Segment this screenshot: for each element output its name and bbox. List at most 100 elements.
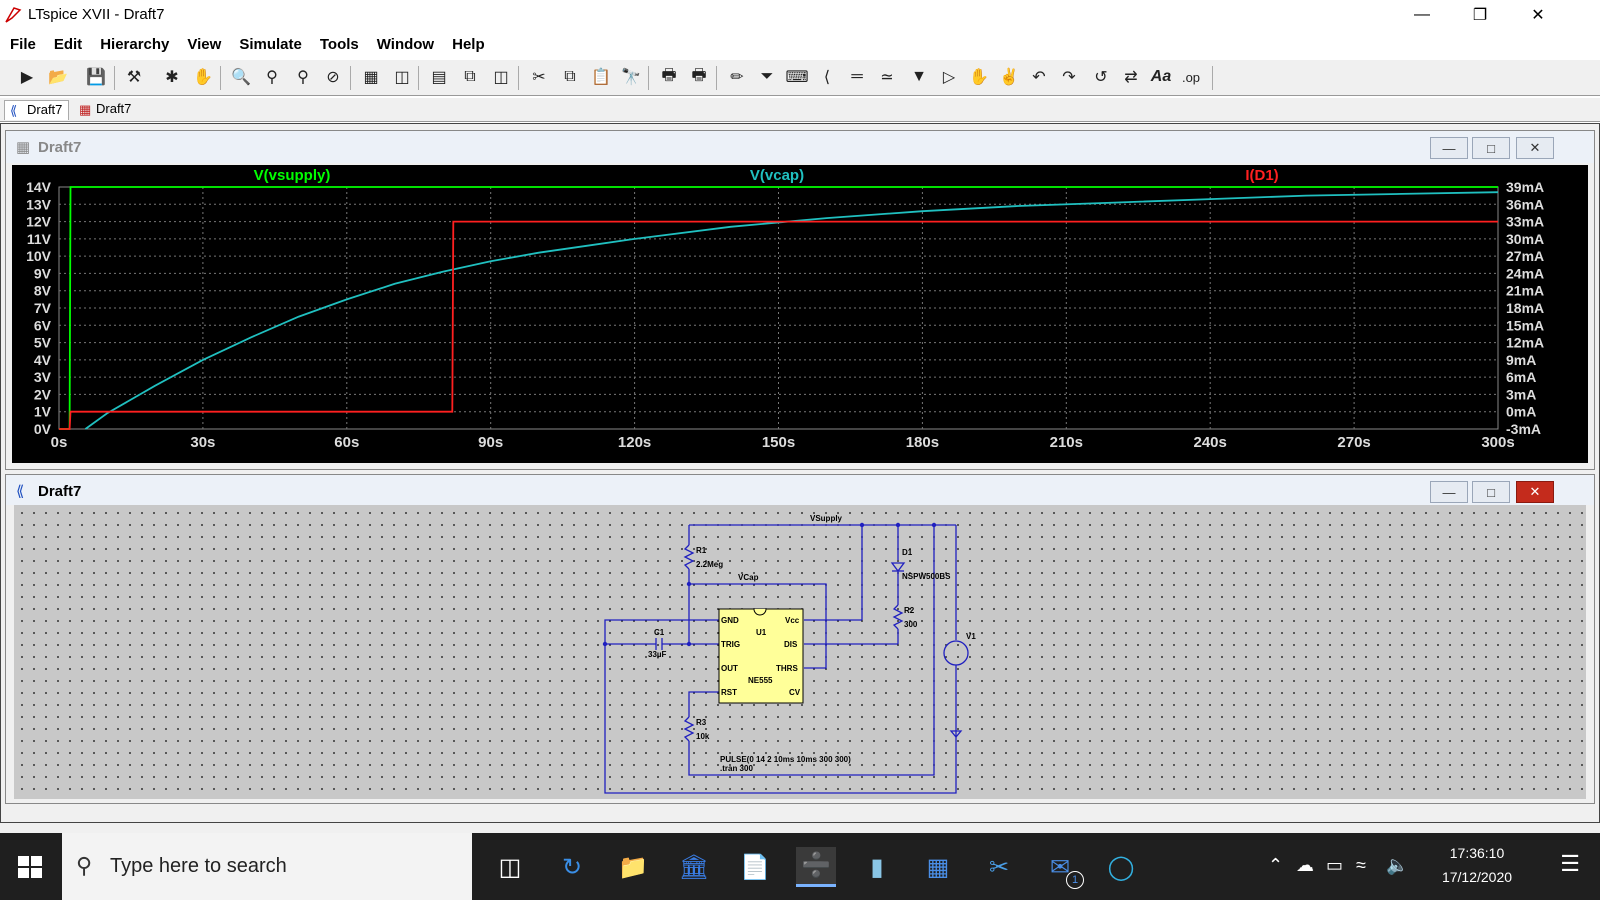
menu-file[interactable]: File bbox=[10, 36, 36, 53]
open-icon[interactable]: 📂 bbox=[45, 64, 71, 90]
waveform-chart[interactable]: 0s 30s 60s 90s 120s 150s 180s 210s 240s 270s 300s1… bbox=[12, 165, 1588, 463]
title-bar: LTspice XVII - Draft7 — ❐ ✕ bbox=[0, 0, 1600, 30]
schematic-maximize-button[interactable]: □ bbox=[1472, 481, 1510, 503]
pin-out: OUT bbox=[721, 664, 738, 673]
paste-icon[interactable]: 📋 bbox=[588, 64, 614, 90]
tile-horizontal-icon[interactable]: ▤ bbox=[426, 64, 452, 90]
system-clock[interactable]: 17:36:10 17/12/2020 bbox=[1432, 841, 1522, 889]
y-left-tick-label: 3V bbox=[34, 369, 52, 385]
show-hidden-icons-icon[interactable]: ⌃ bbox=[1268, 855, 1283, 876]
print-preview-icon[interactable]: 🖶 bbox=[686, 64, 712, 90]
windows-start-icon[interactable] bbox=[16, 853, 44, 881]
mail-icon[interactable]: ✉ 1 bbox=[1040, 847, 1084, 889]
spice-directive-icon[interactable]: .op bbox=[1178, 64, 1204, 90]
schematic-minimize-button[interactable]: — bbox=[1430, 481, 1468, 503]
redo-icon[interactable]: ↷ bbox=[1056, 64, 1082, 90]
net-vsupply: VSupply bbox=[810, 514, 843, 523]
app-icon[interactable]: ▮ bbox=[857, 847, 897, 887]
y-right-tick-label: 6mA bbox=[1506, 369, 1536, 385]
net-vcap: VCap bbox=[738, 573, 759, 582]
save-icon[interactable]: 💾 bbox=[83, 64, 109, 90]
schematic-close-button[interactable]: ✕ bbox=[1516, 481, 1554, 503]
print-icon[interactable]: 🖶 bbox=[656, 64, 682, 90]
zoom-fit-icon[interactable]: ⚲ bbox=[259, 64, 285, 90]
tab-waveform-draft7[interactable]: ▦ Draft7 bbox=[74, 100, 137, 120]
wire-icon[interactable]: ✏ bbox=[724, 64, 750, 90]
snipping-tool-icon[interactable]: ✂ bbox=[979, 847, 1019, 887]
x-tick-label: 210s bbox=[1050, 434, 1083, 451]
zoom-cancel-icon[interactable]: ⊘ bbox=[320, 64, 346, 90]
menu-simulate[interactable]: Simulate bbox=[239, 36, 302, 53]
find-icon[interactable]: 🔭 bbox=[618, 64, 644, 90]
y-right-tick-label: 27mA bbox=[1506, 248, 1544, 264]
cut-icon[interactable]: ✂ bbox=[526, 64, 552, 90]
ground-icon[interactable]: ⏷ bbox=[754, 64, 780, 90]
calculator-icon[interactable]: ▦ bbox=[918, 847, 958, 887]
pin-vcc: Vcc bbox=[785, 616, 800, 625]
r1-value: 2.2Meg bbox=[696, 560, 723, 569]
notepad-icon[interactable]: 📄 bbox=[735, 847, 775, 887]
file-explorer-icon[interactable]: 📁 bbox=[613, 847, 653, 887]
wifi-icon[interactable]: ≈ bbox=[1356, 855, 1366, 876]
v1-pulse-directive[interactable]: PULSE(0 14 2 10ms 10ms 300 300) bbox=[720, 755, 851, 764]
resistor-icon[interactable]: ⟨ bbox=[814, 64, 840, 90]
waveform-maximize-button[interactable]: □ bbox=[1472, 137, 1510, 159]
restore-button[interactable]: ❐ bbox=[1451, 0, 1509, 30]
copy-icon[interactable]: ⧉ bbox=[557, 64, 583, 90]
taskbar-search[interactable]: ⚲ Type here to search bbox=[62, 833, 472, 900]
pin-cv: CV bbox=[789, 688, 801, 697]
y-right-tick-label: 36mA bbox=[1506, 196, 1544, 212]
text-icon[interactable]: Aa bbox=[1148, 64, 1174, 90]
edge-icon[interactable]: ◯ bbox=[1101, 847, 1141, 887]
pin-rst: RST bbox=[721, 688, 737, 697]
volume-icon[interactable]: 🔈 bbox=[1386, 855, 1408, 876]
capacitor-icon[interactable]: ═ bbox=[844, 64, 870, 90]
menu-view[interactable]: View bbox=[187, 36, 221, 53]
battery-icon[interactable]: ▭ bbox=[1326, 855, 1343, 876]
control-panel-icon[interactable]: ⚒ bbox=[121, 64, 147, 90]
move-icon[interactable]: ✋ bbox=[966, 64, 992, 90]
zoom-in-icon[interactable]: 🔍 bbox=[228, 64, 254, 90]
bank-icon[interactable]: 🏛 bbox=[674, 847, 714, 887]
rotate-icon[interactable]: ↺ bbox=[1088, 64, 1114, 90]
schematic-drawing[interactable]: GND TRIG OUT RST Vcc DIS THRS CV U1 NE55… bbox=[14, 505, 1586, 799]
waveform-plot[interactable]: 0s 30s 60s 90s 120s 150s 180s 210s 240s 270s 300s 1… bbox=[12, 165, 1588, 463]
undo-icon[interactable]: ↶ bbox=[1026, 64, 1052, 90]
halt-icon[interactable]: ✱ bbox=[159, 64, 185, 90]
menu-help[interactable]: Help bbox=[452, 36, 485, 53]
drag-icon[interactable]: ✌ bbox=[996, 64, 1022, 90]
waveform-window-titlebar[interactable]: ▦ Draft7 — □ ✕ bbox=[6, 131, 1594, 163]
ltspice-icon[interactable]: ➗ bbox=[796, 847, 836, 887]
control-panel-icon[interactable]: ↻ bbox=[552, 847, 592, 887]
menu-tools[interactable]: Tools bbox=[320, 36, 359, 53]
component-icon[interactable]: ▷ bbox=[936, 64, 962, 90]
y-left-tick-label: 5V bbox=[34, 335, 52, 351]
run-icon[interactable]: ▶ bbox=[14, 64, 40, 90]
cascade-icon[interactable]: ⧉ bbox=[457, 64, 483, 90]
y-left-tick-label: 6V bbox=[34, 317, 52, 333]
ltspice-app-icon bbox=[5, 7, 22, 23]
mirror-icon[interactable]: ⇄ bbox=[1118, 64, 1144, 90]
onedrive-icon[interactable]: ☁ bbox=[1296, 855, 1314, 876]
menu-edit[interactable]: Edit bbox=[54, 36, 82, 53]
autorange-icon[interactable]: ▦ bbox=[358, 64, 384, 90]
waveform-close-button[interactable]: ✕ bbox=[1516, 137, 1554, 159]
zoom-out-icon[interactable]: ⚲ bbox=[290, 64, 316, 90]
task-view-icon[interactable]: ◫ bbox=[490, 847, 530, 887]
tab-schematic-draft7[interactable]: ⟪ Draft7 bbox=[4, 100, 70, 120]
minimize-button[interactable]: — bbox=[1393, 0, 1451, 30]
waveform-minimize-button[interactable]: — bbox=[1430, 137, 1468, 159]
tran-directive[interactable]: .tran 300 bbox=[720, 764, 753, 773]
menu-window[interactable]: Window bbox=[377, 36, 434, 53]
inductor-icon[interactable]: ≃ bbox=[874, 64, 900, 90]
pan-icon[interactable]: ✋ bbox=[190, 64, 216, 90]
schematic-canvas[interactable]: GND TRIG OUT RST Vcc DIS THRS CV U1 NE55… bbox=[14, 505, 1586, 799]
grid-icon[interactable]: ◫ bbox=[389, 64, 415, 90]
schematic-window-titlebar[interactable]: ⟪ Draft7 — □ ✕ bbox=[6, 475, 1594, 505]
tile-vertical-icon[interactable]: ◫ bbox=[488, 64, 514, 90]
label-net-icon[interactable]: ⌨ bbox=[784, 64, 810, 90]
close-button[interactable]: ✕ bbox=[1509, 0, 1567, 30]
notification-center-icon[interactable]: ☰ bbox=[1560, 851, 1580, 877]
menu-hierarchy[interactable]: Hierarchy bbox=[100, 36, 169, 53]
diode-icon[interactable]: ▼ bbox=[906, 64, 932, 90]
